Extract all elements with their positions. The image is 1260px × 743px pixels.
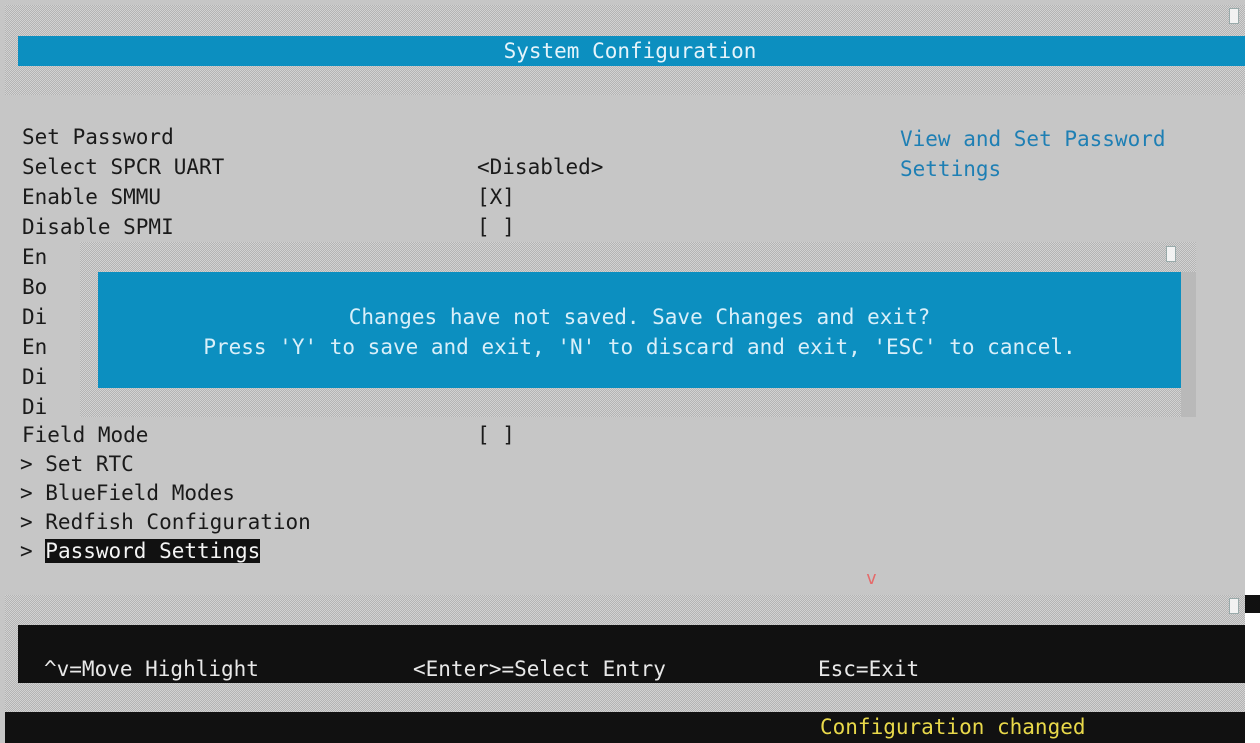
enable-smmu-checkbox[interactable]: [X] <box>477 182 515 212</box>
submenu-set-rtc[interactable]: > Set RTC <box>20 449 134 479</box>
submenu-prefix: > <box>20 539 46 563</box>
footer-select-entry: <Enter>=Select Entry <box>413 657 666 681</box>
help-line-2: Settings <box>900 157 1002 181</box>
dialog-side-shadow <box>1181 272 1196 417</box>
menu-item-partial[interactable]: Di <box>22 362 47 392</box>
footer-edge <box>1245 595 1260 613</box>
menu-item-spcr-uart[interactable]: Select SPCR UART <box>22 152 224 182</box>
help-text: View and Set Password Settings <box>900 124 1166 184</box>
window-corner-icon <box>1229 8 1239 24</box>
submenu-redfish-configuration[interactable]: > Redfish Configuration <box>20 507 311 537</box>
help-line-1: View and Set Password <box>900 127 1166 151</box>
menu-item-field-mode[interactable]: Field Mode <box>22 420 148 450</box>
submenu-password-settings[interactable]: > Password Settings <box>20 536 261 566</box>
right-margin <box>1245 0 1260 743</box>
footer-corner-icon <box>1229 598 1239 614</box>
menu-item-partial[interactable]: En <box>22 242 47 272</box>
menu-item-disable-spmi[interactable]: Disable SPMI <box>22 212 174 242</box>
disable-spmi-checkbox[interactable]: [ ] <box>477 212 515 242</box>
spcr-uart-value[interactable]: <Disabled> <box>477 152 603 182</box>
footer-move-highlight: ^v=Move Highlight <box>44 657 259 681</box>
scroll-down-icon: v <box>866 568 877 589</box>
page-title: System Configuration <box>503 39 757 63</box>
dialog-corner-icon <box>1166 246 1176 262</box>
submenu-bluefield-modes[interactable]: > BlueField Modes <box>20 478 235 508</box>
menu-item-enable-smmu[interactable]: Enable SMMU <box>22 182 161 212</box>
dialog-message: Changes have not saved. Save Changes and… <box>348 305 931 329</box>
footer-exit: Esc=Exit <box>818 657 920 681</box>
status-text: Configuration changed <box>820 715 1086 739</box>
menu-item-partial[interactable]: Di <box>22 302 47 332</box>
selected-label: Password Settings <box>45 539 261 563</box>
dialog-instructions: Press 'Y' to save and exit, 'N' to disca… <box>203 335 1076 359</box>
menu-item-partial[interactable]: En <box>22 332 47 362</box>
menu-item-partial[interactable]: Di <box>22 392 47 422</box>
menu-item-partial[interactable]: Bo <box>22 272 47 302</box>
field-mode-checkbox[interactable]: [ ] <box>477 420 515 450</box>
menu-item-set-password[interactable]: Set Password <box>22 122 174 152</box>
